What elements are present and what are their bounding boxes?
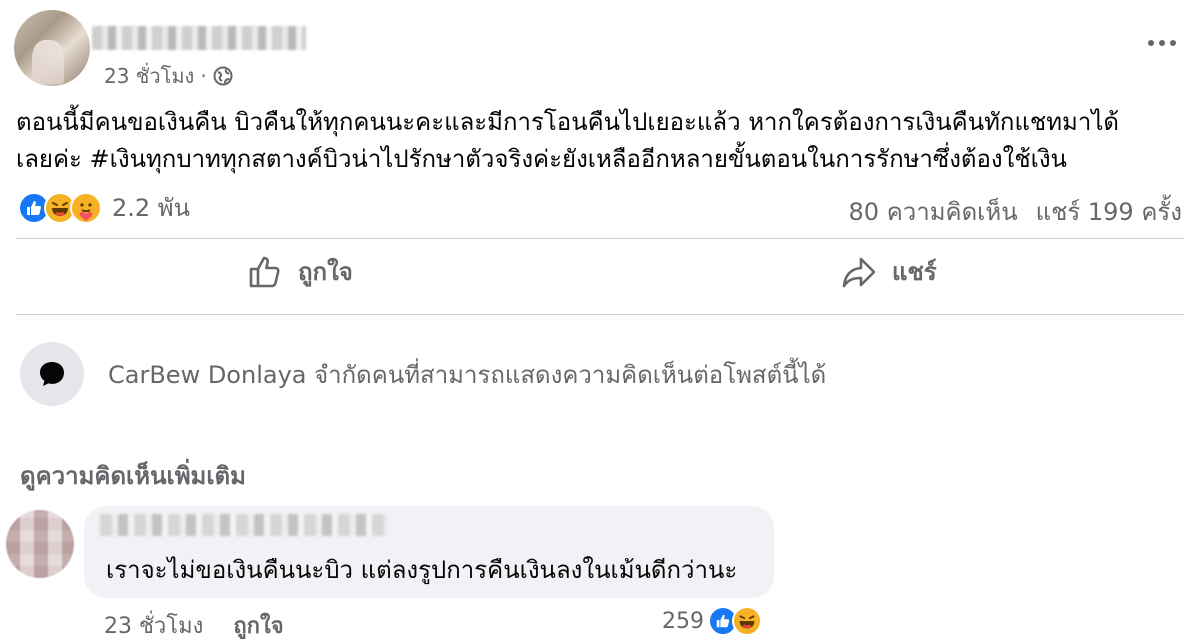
share-button[interactable]: แชร์	[840, 252, 937, 291]
post-text-line-1: ตอนนี้มีคนขอเงินคืน บิวคืนให้ทุกคนนะคะแล…	[16, 108, 1119, 136]
comment-text: เราจะไม่ขอเงินคืนนะบิว แต่ลงรูปการคืนเงิ…	[106, 556, 738, 584]
more-options-icon[interactable]	[1148, 40, 1176, 46]
thumbs-up-icon	[249, 256, 280, 287]
comment-reactions[interactable]: 259	[662, 606, 762, 636]
divider-top	[16, 238, 1184, 239]
share-button-label: แชร์	[892, 258, 937, 286]
post-stats: 80 ความคิดเห็น แชร์ 199 ครั้ง	[849, 192, 1182, 231]
comment-timestamp[interactable]: 23 ชั่วโมง	[104, 608, 203, 642]
meta-separator: ·	[200, 64, 207, 88]
comment-restriction-notice: CarBew Donlaya จำกัดคนที่สามารถแสดงความค…	[20, 342, 826, 406]
post-timestamp[interactable]: 23 ชั่วโมง	[104, 60, 194, 92]
post-meta: 23 ชั่วโมง ·	[104, 60, 233, 92]
commenter-name-redacted[interactable]	[100, 514, 388, 536]
post-text-line-2: เลยค่ะ #เงินทุกบาททุกสตางค์บิวน่าไปรักษา…	[16, 145, 1067, 173]
share-arrow-icon	[842, 257, 876, 287]
comment-like-link[interactable]: ถูกใจ	[233, 608, 283, 642]
post-author-name-redacted[interactable]	[92, 26, 306, 50]
view-more-comments-link[interactable]: ดูความคิดเห็นเพิ่มเติม	[20, 456, 246, 495]
comments-count[interactable]: 80 ความคิดเห็น	[849, 192, 1018, 231]
post-author-avatar[interactable]	[14, 10, 90, 86]
reaction-count[interactable]: 2.2 พัน	[112, 188, 190, 227]
comment-reaction-count: 259	[662, 608, 704, 634]
divider-bottom	[16, 314, 1184, 315]
commenter-avatar[interactable]	[6, 510, 74, 578]
restriction-text: CarBew Donlaya จำกัดคนที่สามารถแสดงความค…	[108, 360, 827, 389]
care-reaction-icon	[70, 191, 102, 224]
comment-haha-reaction-icon	[732, 606, 762, 636]
like-button-label: ถูกใจ	[298, 258, 353, 286]
like-button[interactable]: ถูกใจ	[246, 252, 353, 291]
comment-bubble-icon	[20, 342, 84, 406]
comment-meta: 23 ชั่วโมง ถูกใจ	[104, 608, 284, 642]
post-body: ตอนนี้มีคนขอเงินคืน บิวคืนให้ทุกคนนะคะแล…	[16, 104, 1186, 178]
shares-count[interactable]: แชร์ 199 ครั้ง	[1036, 192, 1182, 231]
reactions-summary[interactable]: 2.2 พัน	[18, 188, 190, 227]
globe-icon	[213, 66, 233, 86]
